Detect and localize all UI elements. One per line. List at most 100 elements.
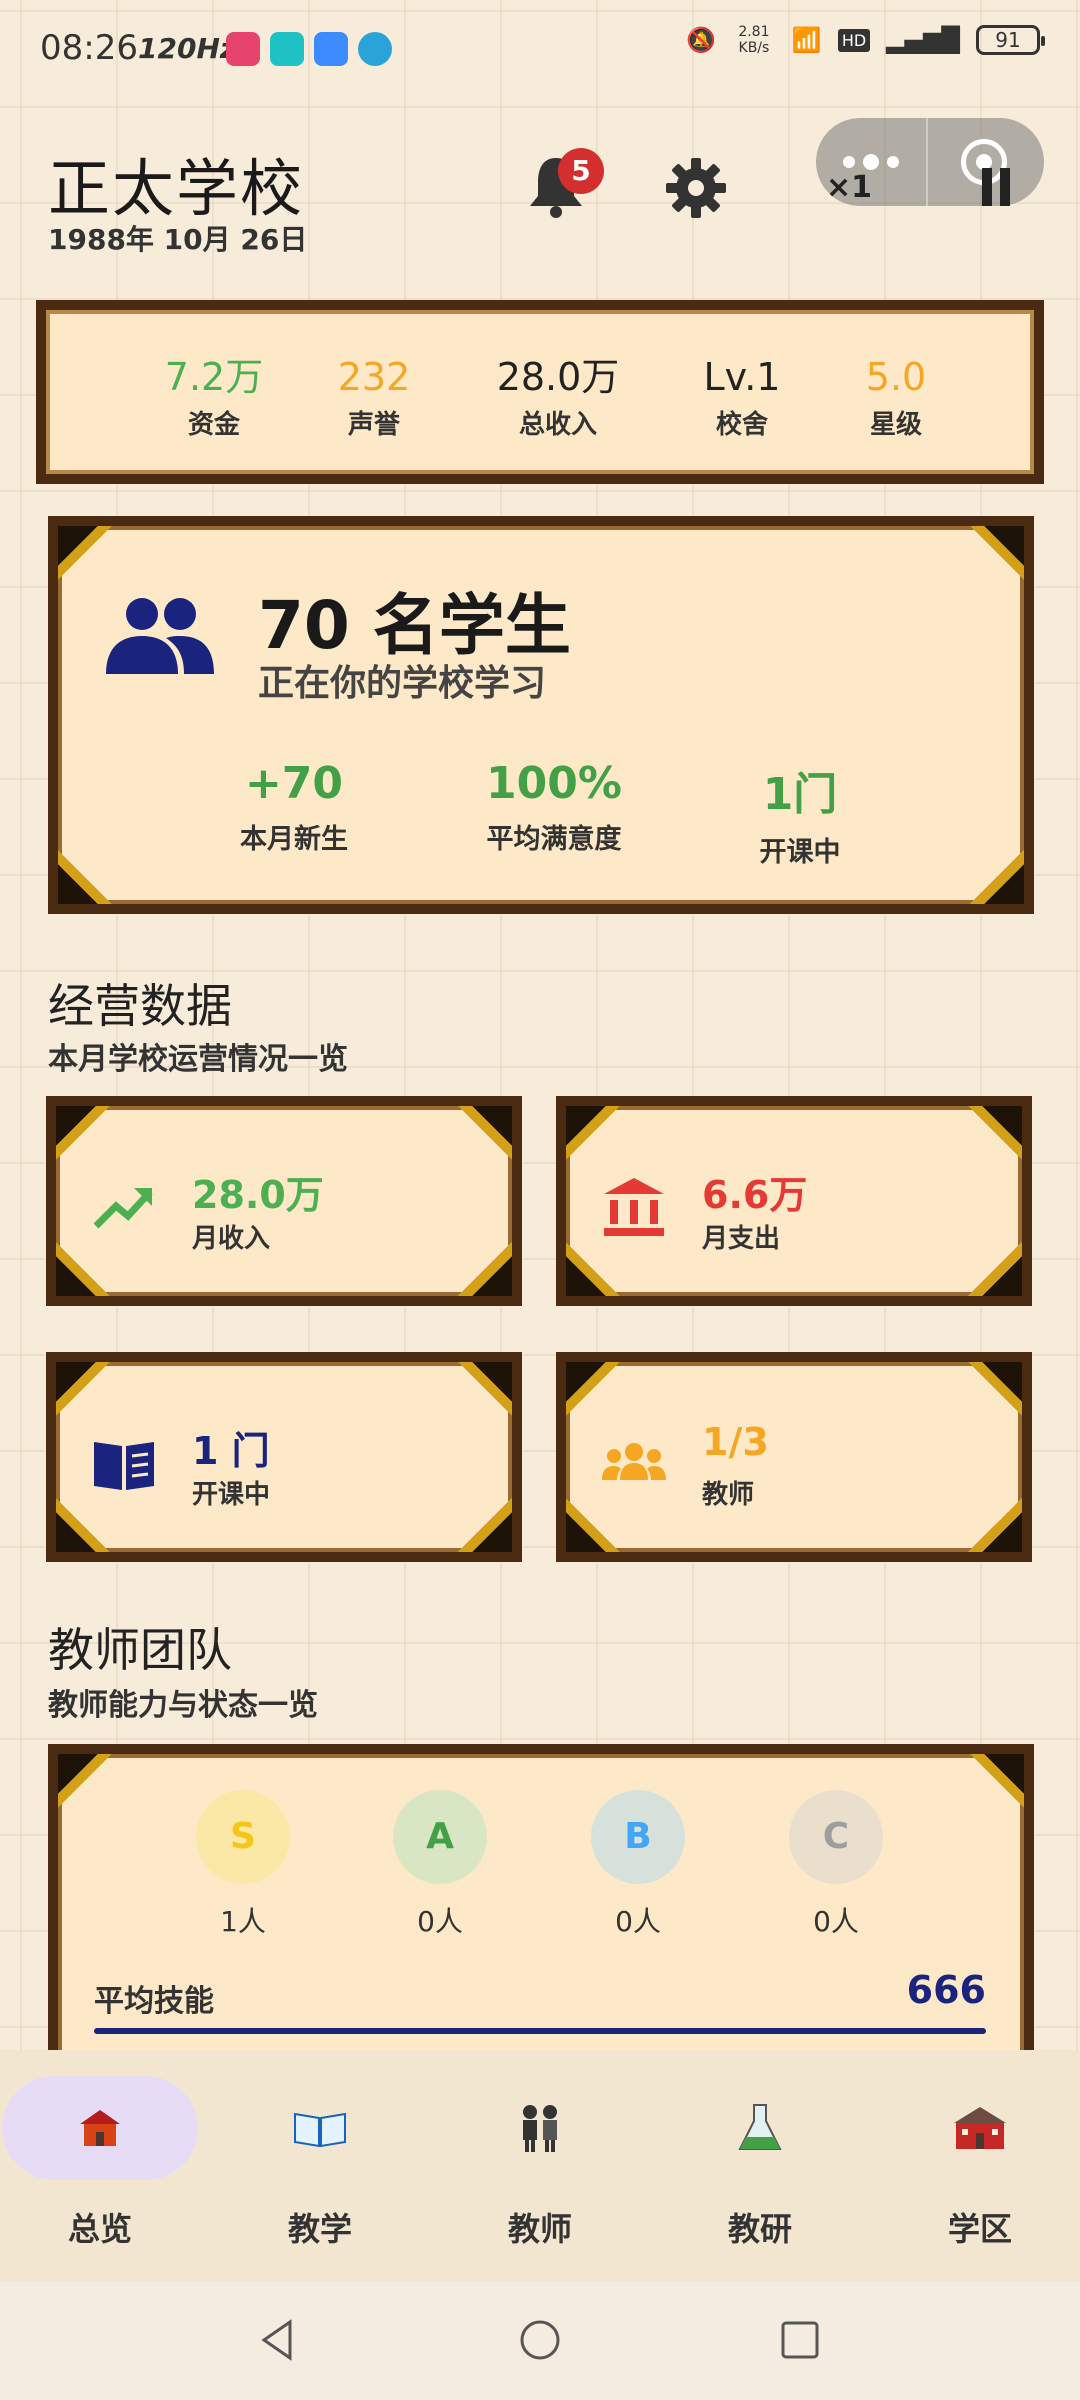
open-book-icon	[222, 2076, 418, 2180]
metric-new-students: +70 本月新生	[184, 758, 404, 856]
grade-c: C 0人	[788, 1790, 884, 1940]
app-icon	[314, 32, 348, 66]
stat-stars: 5.0 星级	[816, 354, 976, 441]
metric-new-value: +70	[244, 758, 344, 809]
stat-funds-label: 资金	[187, 410, 240, 440]
grade-a-count: 0人	[417, 1905, 463, 1938]
nav-campus[interactable]: 学区	[880, 2076, 1080, 2250]
bilibili-app-icon	[226, 32, 260, 66]
signal-icon: ▂▄▆█	[886, 26, 960, 54]
pause-icon[interactable]	[982, 168, 992, 206]
nav-teaching-label: 教学	[287, 2210, 352, 2248]
status-time: 08:26	[40, 28, 138, 68]
stat-income-value: 28.0万	[496, 355, 620, 399]
notification-badge: 5	[558, 148, 604, 194]
metric-courses-label: 开课中	[759, 837, 841, 868]
campus-icon	[882, 2076, 1078, 2180]
stat-income-label: 总收入	[518, 410, 597, 440]
monthly-expense-label: 月支出	[702, 1224, 781, 1254]
speed-label[interactable]: ×1	[826, 170, 872, 205]
grade-c-count: 0人	[813, 1905, 859, 1938]
status-right: 🔕 2.81 KB/s 📶 HD ▂▄▆█ 91	[686, 24, 1045, 56]
avg-skill-bar	[94, 2028, 986, 2034]
stat-building-label: 校舍	[715, 410, 768, 440]
bank-icon	[604, 1178, 664, 1236]
grade-b-count: 0人	[615, 1905, 661, 1938]
avg-skill-value: 666	[906, 1968, 986, 2012]
refresh-rate: 120Hz	[138, 32, 237, 65]
pause-icon-bar	[1000, 168, 1010, 206]
stat-reputation-label: 声誉	[347, 410, 400, 440]
teachers-subtitle: 教师能力与状态一览	[48, 1688, 318, 1723]
student-subtitle: 正在你的学校学习	[258, 663, 547, 704]
nav-research-label: 教研	[727, 2210, 792, 2248]
stat-reputation: 232 声誉	[294, 354, 454, 441]
stat-building-value: Lv.1	[703, 355, 781, 399]
nav-teachers-label: 教师	[507, 2210, 572, 2248]
teachers-label: 教师	[702, 1480, 755, 1510]
school-name: 正太学校	[48, 152, 305, 225]
flask-icon	[662, 2076, 858, 2180]
card-courses[interactable]: 1 门 开课中	[46, 1352, 522, 1562]
avg-skill-label: 平均技能	[94, 1984, 214, 2019]
metric-satisfaction: 100% 平均满意度	[444, 758, 664, 856]
nav-overview-label: 总览	[67, 2210, 132, 2248]
nav-overview[interactable]: 总览	[0, 2076, 200, 2250]
nav-teachers[interactable]: 教师	[440, 2076, 640, 2250]
stat-reputation-value: 232	[337, 355, 411, 399]
grade-c-badge: C	[789, 1790, 883, 1884]
metric-courses-value: 1门	[762, 769, 838, 820]
courses-label: 开课中	[192, 1480, 271, 1510]
group-icon	[602, 1443, 666, 1480]
stat-funds: 7.2万 资金	[134, 354, 294, 441]
nav-research[interactable]: 教研	[660, 2076, 860, 2250]
app-icon-2	[358, 32, 392, 66]
monthly-expense-value: 6.6万	[702, 1173, 808, 1217]
stat-building: Lv.1 校舍	[662, 354, 822, 441]
grade-b-badge: B	[591, 1790, 685, 1884]
teachers-icon	[442, 2076, 638, 2180]
book-icon	[94, 1442, 154, 1490]
teachers-value: 1/3	[702, 1420, 769, 1464]
grade-a: A 0人	[392, 1790, 488, 1940]
nav-campus-label: 学区	[947, 2210, 1012, 2248]
home-icon[interactable]	[518, 2318, 562, 2362]
grade-s-badge: S	[196, 1790, 290, 1884]
stat-total-income: 28.0万 总收入	[478, 354, 638, 441]
battery-icon: 91	[976, 25, 1045, 55]
courses-value: 1 门	[192, 1429, 270, 1473]
stat-stars-label: 星级	[869, 410, 922, 440]
taptap-app-icon	[270, 32, 304, 66]
metric-courses: 1门 开课中	[690, 758, 910, 869]
metric-new-label: 本月新生	[240, 824, 348, 855]
gear-icon[interactable]	[664, 156, 728, 220]
students-icon	[106, 598, 214, 674]
recents-icon[interactable]	[778, 2318, 822, 2362]
wifi-icon: 📶	[791, 26, 822, 54]
stat-funds-value: 7.2万	[164, 355, 264, 399]
operations-title: 经营数据	[48, 979, 232, 1033]
grade-a-badge: A	[393, 1790, 487, 1884]
net-speed: 2.81 KB/s	[738, 24, 770, 56]
school-house-icon	[2, 2076, 198, 2180]
card-teachers[interactable]: 1/3 教师	[556, 1352, 1032, 1562]
teachers-title: 教师团队	[48, 1623, 232, 1677]
hd-icon: HD	[837, 28, 871, 52]
stats-panel: 7.2万 资金 232 声誉 28.0万 总收入 Lv.1 校舍 5.0 星级	[36, 300, 1044, 484]
mute-icon: 🔕	[686, 26, 716, 54]
monthly-income-value: 28.0万	[192, 1173, 324, 1217]
trending-up-icon	[93, 1188, 153, 1229]
monthly-income-label: 月收入	[192, 1224, 271, 1254]
back-icon[interactable]	[256, 2318, 300, 2362]
nav-teaching[interactable]: 教学	[220, 2076, 420, 2250]
stat-stars-value: 5.0	[865, 355, 927, 399]
grade-s-count: 1人	[220, 1905, 266, 1938]
game-date: 1988年 10月 26日	[48, 223, 308, 256]
card-monthly-expense[interactable]: 6.6万 月支出	[556, 1096, 1032, 1306]
grade-b: B 0人	[590, 1790, 686, 1940]
card-monthly-income[interactable]: 28.0万 月收入	[46, 1096, 522, 1306]
metric-satisfaction-value: 100%	[486, 758, 622, 809]
metric-satisfaction-label: 平均满意度	[486, 824, 622, 855]
grade-s: S 1人	[195, 1790, 291, 1940]
operations-subtitle: 本月学校运营情况一览	[48, 1042, 348, 1077]
